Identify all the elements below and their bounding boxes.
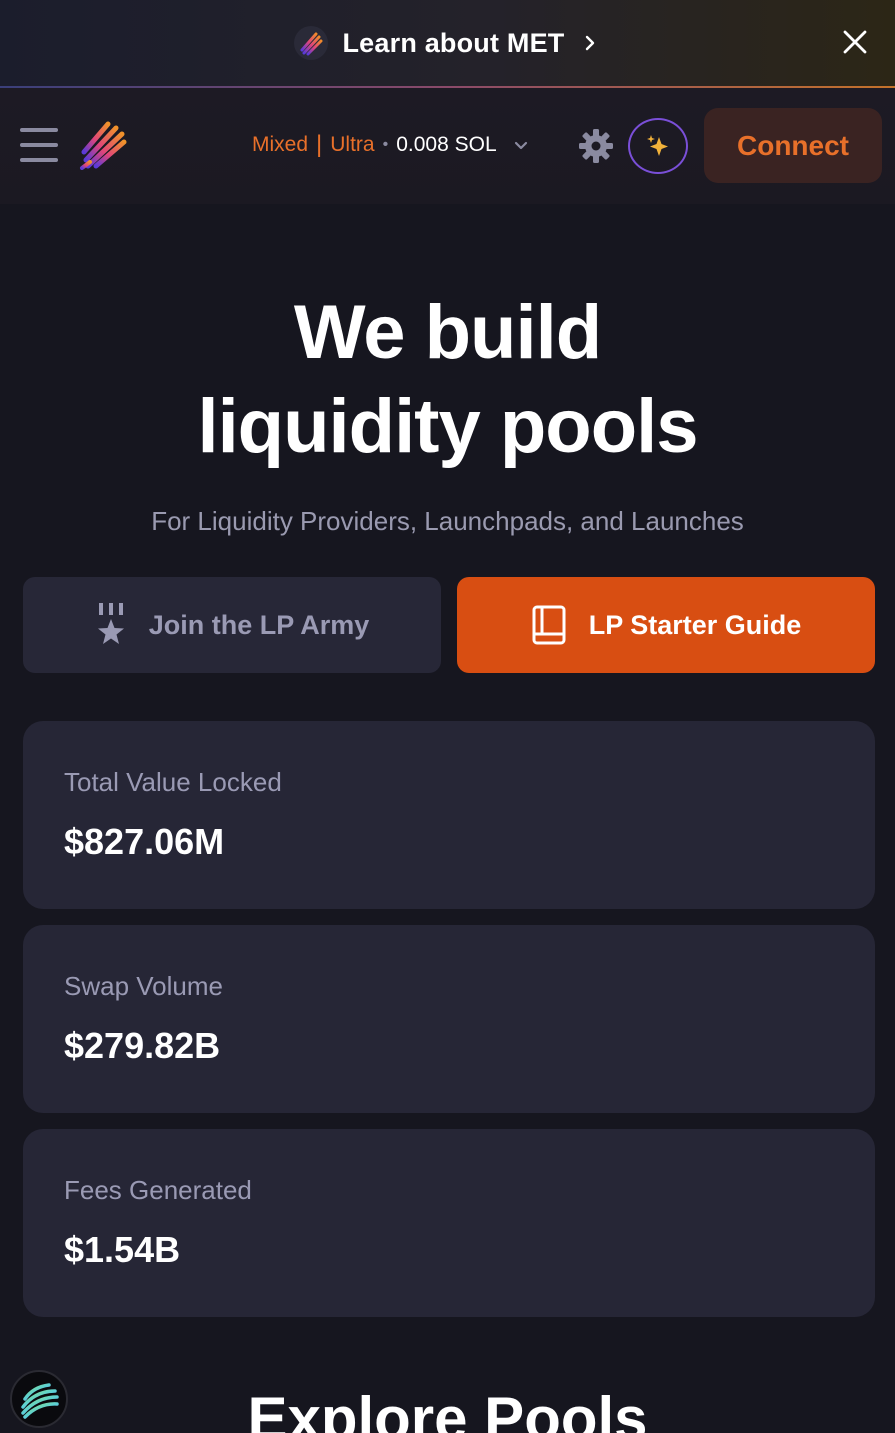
stat-card-fees: Fees Generated $1.54B	[23, 1129, 875, 1317]
explore-pools-heading: Explore Pools	[247, 1385, 648, 1433]
connect-button[interactable]: Connect	[704, 108, 882, 183]
slippage-separator: |	[316, 131, 323, 158]
stat-label: Total Value Locked	[64, 767, 282, 797]
stat-value: $827.06M	[64, 821, 225, 862]
floating-widget-button[interactable]	[10, 1370, 68, 1428]
sparkle-icon	[647, 135, 668, 156]
stat-label: Fees Generated	[64, 1175, 252, 1205]
stat-value: $279.82B	[64, 1025, 221, 1066]
slippage-speed: Ultra	[330, 133, 375, 156]
hero-title-line1: We build	[293, 290, 602, 375]
hero-title-line2: liquidity pools	[197, 384, 698, 469]
slippage-dot: •	[382, 136, 389, 153]
hero-title: We build liquidity pools	[0, 286, 895, 474]
gear-icon[interactable]	[576, 126, 616, 166]
stat-label: Swap Volume	[64, 971, 223, 1001]
chevron-down-icon	[514, 141, 527, 150]
priority-fee: 0.008 SOL	[396, 133, 497, 156]
transaction-settings-selector[interactable]: Mixed | Ultra • 0.008 SOL	[252, 128, 531, 162]
stat-card-swap-volume: Swap Volume $279.82B	[23, 925, 875, 1113]
slippage-mode: Mixed	[252, 133, 309, 156]
announcement-banner: Learn about MET	[0, 0, 895, 88]
ai-assistant-button[interactable]	[628, 118, 688, 174]
medal-star-icon	[97, 603, 124, 644]
lp-starter-guide-label: LP Starter Guide	[588, 609, 802, 640]
chevron-right-icon	[585, 35, 594, 51]
banner-link[interactable]: Learn about MET	[0, 0, 895, 86]
join-lp-army-button[interactable]: Join the LP Army	[23, 577, 441, 673]
top-navbar: Mixed | Ultra • 0.008 SOL Connect	[0, 88, 895, 204]
wave-logo-icon	[21, 1383, 59, 1419]
hero-subtitle: For Liquidity Providers, Launchpads, and…	[151, 506, 744, 536]
banner-text: Learn about MET	[342, 27, 565, 58]
book-icon	[532, 605, 566, 645]
lp-starter-guide-button[interactable]: LP Starter Guide	[457, 577, 875, 673]
meteora-logo-icon[interactable]	[78, 118, 128, 170]
close-icon[interactable]	[835, 22, 875, 62]
stat-card-tvl: Total Value Locked $827.06M	[23, 721, 875, 909]
hamburger-menu-icon[interactable]	[20, 128, 58, 162]
stat-value: $1.54B	[64, 1229, 181, 1270]
join-lp-army-label: Join the LP Army	[148, 609, 370, 640]
met-logo-icon	[294, 26, 329, 60]
